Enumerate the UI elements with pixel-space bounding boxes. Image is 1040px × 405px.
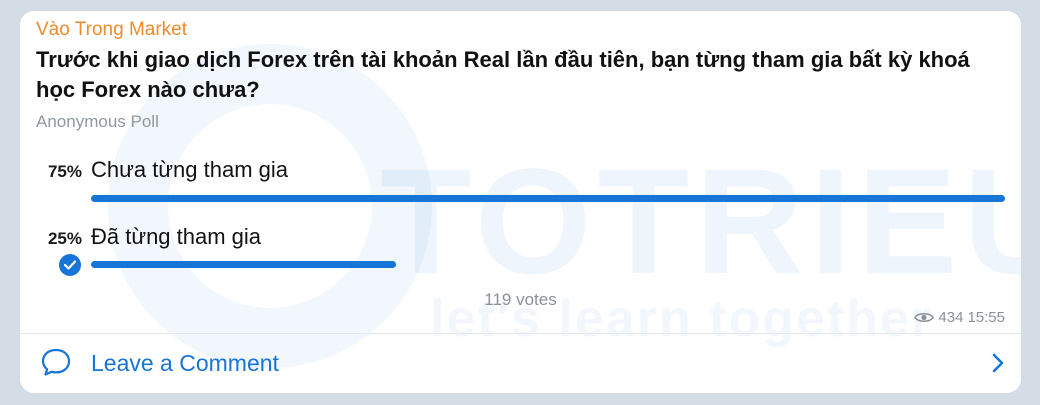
option-percent: 25% <box>47 229 82 248</box>
view-count: 434 <box>938 309 964 326</box>
option-result-bar <box>91 195 1005 202</box>
chevron-right-icon <box>992 353 1004 373</box>
speech-bubble-icon <box>41 348 71 376</box>
poll-question: Trước khi giao dịch Forex trên tài khoản… <box>36 47 970 102</box>
poll-type-label: Anonymous Poll <box>36 112 159 131</box>
option-label: Đã từng tham gia <box>91 224 262 249</box>
sender-name[interactable]: Vào Trong Market <box>36 19 187 41</box>
eye-icon <box>914 312 935 323</box>
option-label: Chưa từng tham gia <box>91 157 289 182</box>
votes-count[interactable]: 119 votes <box>20 290 1021 310</box>
leave-comment-label: Leave a Comment <box>91 350 279 376</box>
option-percent: 75% <box>47 162 82 181</box>
message-time: 15:55 <box>967 309 1005 326</box>
leave-comment-button[interactable]: Leave a Comment <box>20 334 1021 393</box>
message-meta: 434 15:55 <box>914 309 1005 326</box>
option-result-bar <box>91 261 396 268</box>
check-circle-icon <box>59 254 81 276</box>
watermark-brand: TOTRIEU <box>380 137 1021 305</box>
poll-message-card: TOTRIEU let's learn together Vào Trong M… <box>20 11 1021 393</box>
